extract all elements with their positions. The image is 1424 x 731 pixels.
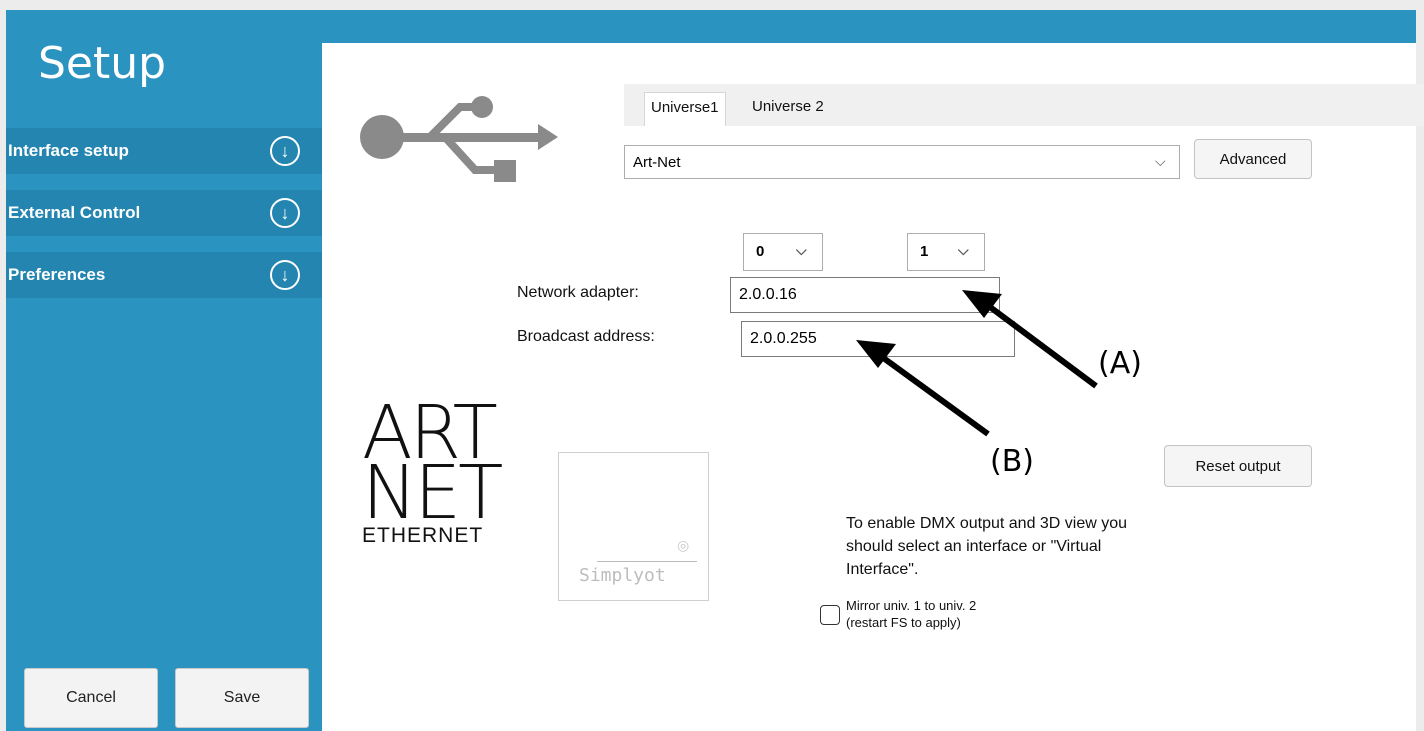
save-button[interactable]: Save bbox=[175, 668, 309, 728]
network-adapter-label: Network adapter: bbox=[517, 284, 639, 301]
watermark-line bbox=[597, 561, 697, 562]
sidebar-item-preferences[interactable]: Preferences ↓ bbox=[6, 252, 322, 298]
net-select[interactable]: 0 ⌵ bbox=[743, 233, 823, 271]
mirror-checkbox[interactable] bbox=[820, 605, 840, 625]
arrow-down-circle-icon[interactable]: ↓ bbox=[270, 260, 300, 290]
tab-universe2[interactable]: Universe 2 bbox=[746, 92, 830, 121]
reset-output-button[interactable]: Reset output bbox=[1164, 445, 1312, 487]
logo-line: NET bbox=[362, 450, 503, 536]
annotation-b: (B) bbox=[990, 444, 1034, 479]
network-adapter-field[interactable]: 2.0.0.16 bbox=[730, 277, 1000, 313]
broadcast-address-label: Broadcast address: bbox=[517, 328, 655, 345]
broadcast-address-field[interactable]: 2.0.0.255 bbox=[741, 321, 1015, 357]
cancel-button[interactable]: Cancel bbox=[24, 668, 158, 728]
sidebar-item-label: Interface setup bbox=[8, 141, 129, 160]
arrow-down-circle-icon[interactable]: ↓ bbox=[270, 136, 300, 166]
header-bar bbox=[322, 10, 1416, 43]
mirror-checkbox-line2: (restart FS to apply) bbox=[846, 615, 961, 630]
interface-select[interactable]: Art-Net ⌵ bbox=[624, 145, 1180, 179]
logo-subtitle: ETHERNET bbox=[362, 524, 484, 547]
sidebar-item-label: Preferences bbox=[8, 265, 106, 284]
sidebar-title: Setup bbox=[38, 38, 167, 89]
chevron-down-icon: ⌵ bbox=[796, 242, 807, 258]
subnet-select-value: 1 bbox=[920, 243, 929, 260]
chevron-down-icon: ⌵ bbox=[1155, 153, 1166, 169]
sidebar-item-external-control[interactable]: External Control ↓ bbox=[6, 190, 322, 236]
sidebar-item-label: External Control bbox=[8, 203, 141, 222]
tab-universe1[interactable]: Universe1 bbox=[644, 92, 726, 126]
artnet-logo: ART NET ETHERNET bbox=[362, 396, 522, 550]
chevron-down-icon: ⌵ bbox=[958, 242, 969, 258]
universe-tabstrip bbox=[624, 84, 1424, 126]
annotation-a: (A) bbox=[1098, 346, 1142, 381]
sidebar: Setup Interface setup ↓ External Control… bbox=[6, 10, 322, 731]
net-select-value: 0 bbox=[756, 243, 765, 260]
info-text: To enable DMX output and 3D view you sho… bbox=[846, 515, 1128, 578]
watermark: ◎ Simplyot bbox=[558, 452, 709, 601]
arrow-down-circle-icon[interactable]: ↓ bbox=[270, 198, 300, 228]
interface-select-value: Art-Net bbox=[633, 154, 681, 171]
signal-icon: ◎ bbox=[677, 537, 690, 553]
sidebar-item-interface-setup[interactable]: Interface setup ↓ bbox=[6, 128, 322, 174]
mirror-checkbox-line1: Mirror univ. 1 to univ. 2 bbox=[846, 598, 977, 613]
mirror-checkbox-label: Mirror univ. 1 to univ. 2 (restart FS to… bbox=[846, 597, 976, 631]
advanced-button[interactable]: Advanced bbox=[1194, 139, 1312, 179]
subnet-select[interactable]: 1 ⌵ bbox=[907, 233, 985, 271]
watermark-text: Simplyot bbox=[579, 565, 666, 586]
